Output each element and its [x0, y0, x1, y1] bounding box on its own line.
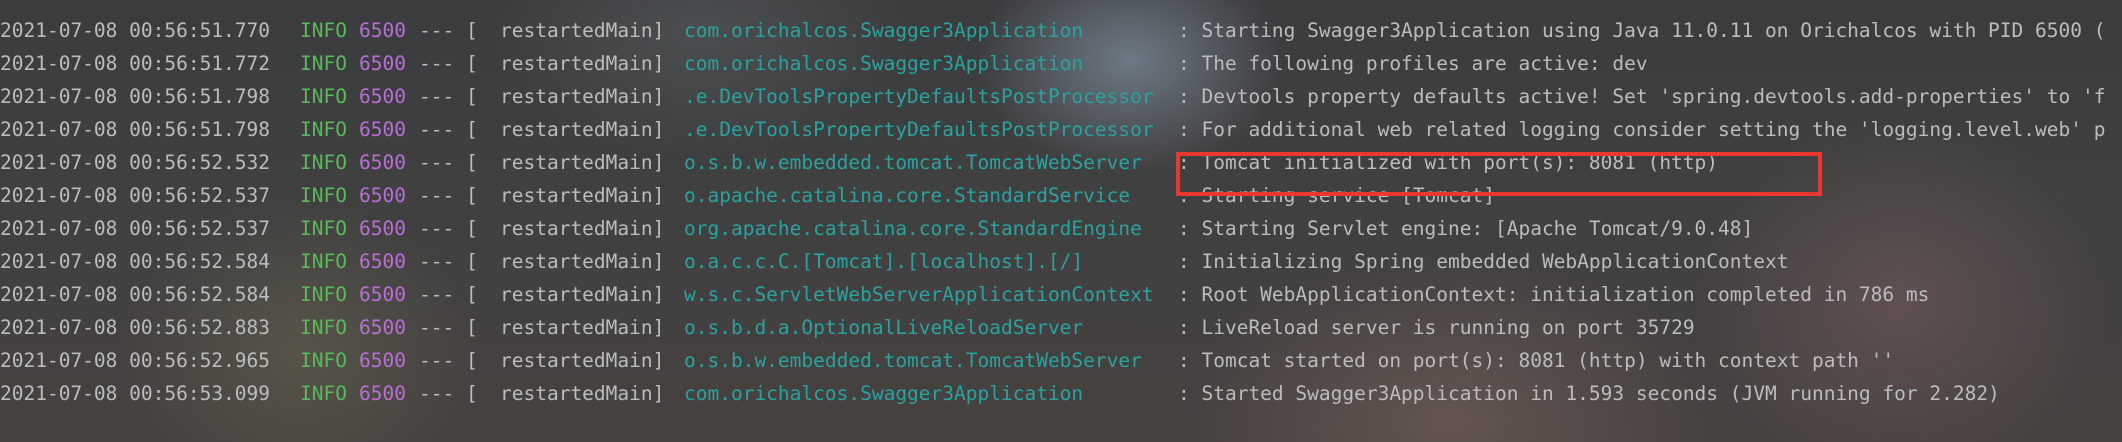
log-thread: restartedMain] [500, 349, 665, 372]
log-timestamp: 2021-07-08 00:56:53.099 [0, 382, 271, 405]
log-pid: 6500 [359, 217, 406, 240]
log-message: : Tomcat started on port(s): 8081 (http)… [1178, 349, 1895, 372]
console-output[interactable]: 2021-07-08 00:56:51.770 INFO 6500 --- [ rest… [0, 0, 2122, 442]
log-level: INFO [300, 316, 347, 339]
log-thread: restartedMain] [500, 217, 665, 240]
log-logger: .e.DevToolsPropertyDefaultsPostProcessor [684, 85, 1154, 108]
log-timestamp: 2021-07-08 00:56:51.772 [0, 52, 271, 75]
log-separator: --- [ [419, 382, 478, 405]
log-level: INFO [300, 151, 347, 174]
log-timestamp: 2021-07-08 00:56:52.965 [0, 349, 271, 372]
log-level: INFO [300, 52, 347, 75]
log-logger: com.orichalcos.Swagger3Application [684, 19, 1084, 42]
log-message: : The following profiles are active: dev [1178, 52, 1648, 75]
log-logger: o.a.c.c.C.[Tomcat].[localhost].[/] [684, 250, 1084, 273]
log-message: : Started Swagger3Application in 1.593 s… [1178, 382, 2000, 405]
log-thread: restartedMain] [500, 382, 665, 405]
log-separator: --- [ [419, 52, 478, 75]
log-pid: 6500 [359, 184, 406, 207]
log-timestamp: 2021-07-08 00:56:52.537 [0, 217, 271, 240]
log-pid: 6500 [359, 283, 406, 306]
log-thread: restartedMain] [500, 118, 665, 141]
log-level: INFO [300, 283, 347, 306]
log-thread: restartedMain] [500, 250, 665, 273]
log-logger: com.orichalcos.Swagger3Application [684, 382, 1084, 405]
log-logger: .e.DevToolsPropertyDefaultsPostProcessor [684, 118, 1154, 141]
log-thread: restartedMain] [500, 184, 665, 207]
log-logger: w.s.c.ServletWebServerApplicationContext [684, 283, 1154, 306]
log-timestamp: 2021-07-08 00:56:52.584 [0, 283, 271, 306]
log-message: : Tomcat initialized with port(s): 8081 … [1178, 151, 1719, 174]
log-separator: --- [ [419, 118, 478, 141]
log-pid: 6500 [359, 349, 406, 372]
log-thread: restartedMain] [500, 85, 665, 108]
log-thread: restartedMain] [500, 151, 665, 174]
log-thread: restartedMain] [500, 52, 665, 75]
log-logger: o.s.b.d.a.OptionalLiveReloadServer [684, 316, 1084, 339]
log-timestamp: 2021-07-08 00:56:52.532 [0, 151, 271, 174]
log-timestamp: 2021-07-08 00:56:52.584 [0, 250, 271, 273]
log-timestamp: 2021-07-08 00:56:52.537 [0, 184, 271, 207]
log-message: : Starting Servlet engine: [Apache Tomca… [1178, 217, 1754, 240]
log-separator: --- [ [419, 349, 478, 372]
log-logger: com.orichalcos.Swagger3Application [684, 52, 1084, 75]
log-pid: 6500 [359, 151, 406, 174]
log-separator: --- [ [419, 19, 478, 42]
log-separator: --- [ [419, 316, 478, 339]
log-pid: 6500 [359, 52, 406, 75]
log-timestamp: 2021-07-08 00:56:51.798 [0, 118, 271, 141]
log-pid: 6500 [359, 19, 406, 42]
log-pid: 6500 [359, 250, 406, 273]
log-level: INFO [300, 349, 347, 372]
log-level: INFO [300, 118, 347, 141]
log-separator: --- [ [419, 250, 478, 273]
log-separator: --- [ [419, 85, 478, 108]
log-pid: 6500 [359, 382, 406, 405]
log-separator: --- [ [419, 184, 478, 207]
log-message: : LiveReload server is running on port 3… [1178, 316, 1695, 339]
log-message: : Devtools property defaults active! Set… [1178, 85, 2106, 108]
log-thread: restartedMain] [500, 316, 665, 339]
log-message: : Root WebApplicationContext: initializa… [1178, 283, 1930, 306]
log-level: INFO [300, 19, 347, 42]
log-pid: 6500 [359, 85, 406, 108]
log-level: INFO [300, 217, 347, 240]
log-logger: org.apache.catalina.core.StandardEngine [684, 217, 1142, 240]
log-message: : Starting service [Tomcat] [1178, 184, 1495, 207]
log-thread: restartedMain] [500, 19, 665, 42]
log-message: : For additional web related logging con… [1178, 118, 2106, 141]
log-logger: o.s.b.w.embedded.tomcat.TomcatWebServer [684, 349, 1142, 372]
log-timestamp: 2021-07-08 00:56:51.798 [0, 85, 271, 108]
log-timestamp: 2021-07-08 00:56:51.770 [0, 19, 271, 42]
log-message: : Starting Swagger3Application using Jav… [1178, 19, 2106, 42]
log-thread: restartedMain] [500, 283, 665, 306]
log-level: INFO [300, 382, 347, 405]
log-logger: o.apache.catalina.core.StandardService [684, 184, 1131, 207]
log-timestamp: 2021-07-08 00:56:52.883 [0, 316, 271, 339]
log-separator: --- [ [419, 151, 478, 174]
log-message: : Initializing Spring embedded WebApplic… [1178, 250, 1789, 273]
log-level: INFO [300, 184, 347, 207]
log-separator: --- [ [419, 283, 478, 306]
log-pid: 6500 [359, 118, 406, 141]
log-pid: 6500 [359, 316, 406, 339]
log-separator: --- [ [419, 217, 478, 240]
log-level: INFO [300, 85, 347, 108]
log-level: INFO [300, 250, 347, 273]
log-logger: o.s.b.w.embedded.tomcat.TomcatWebServer [684, 151, 1142, 174]
